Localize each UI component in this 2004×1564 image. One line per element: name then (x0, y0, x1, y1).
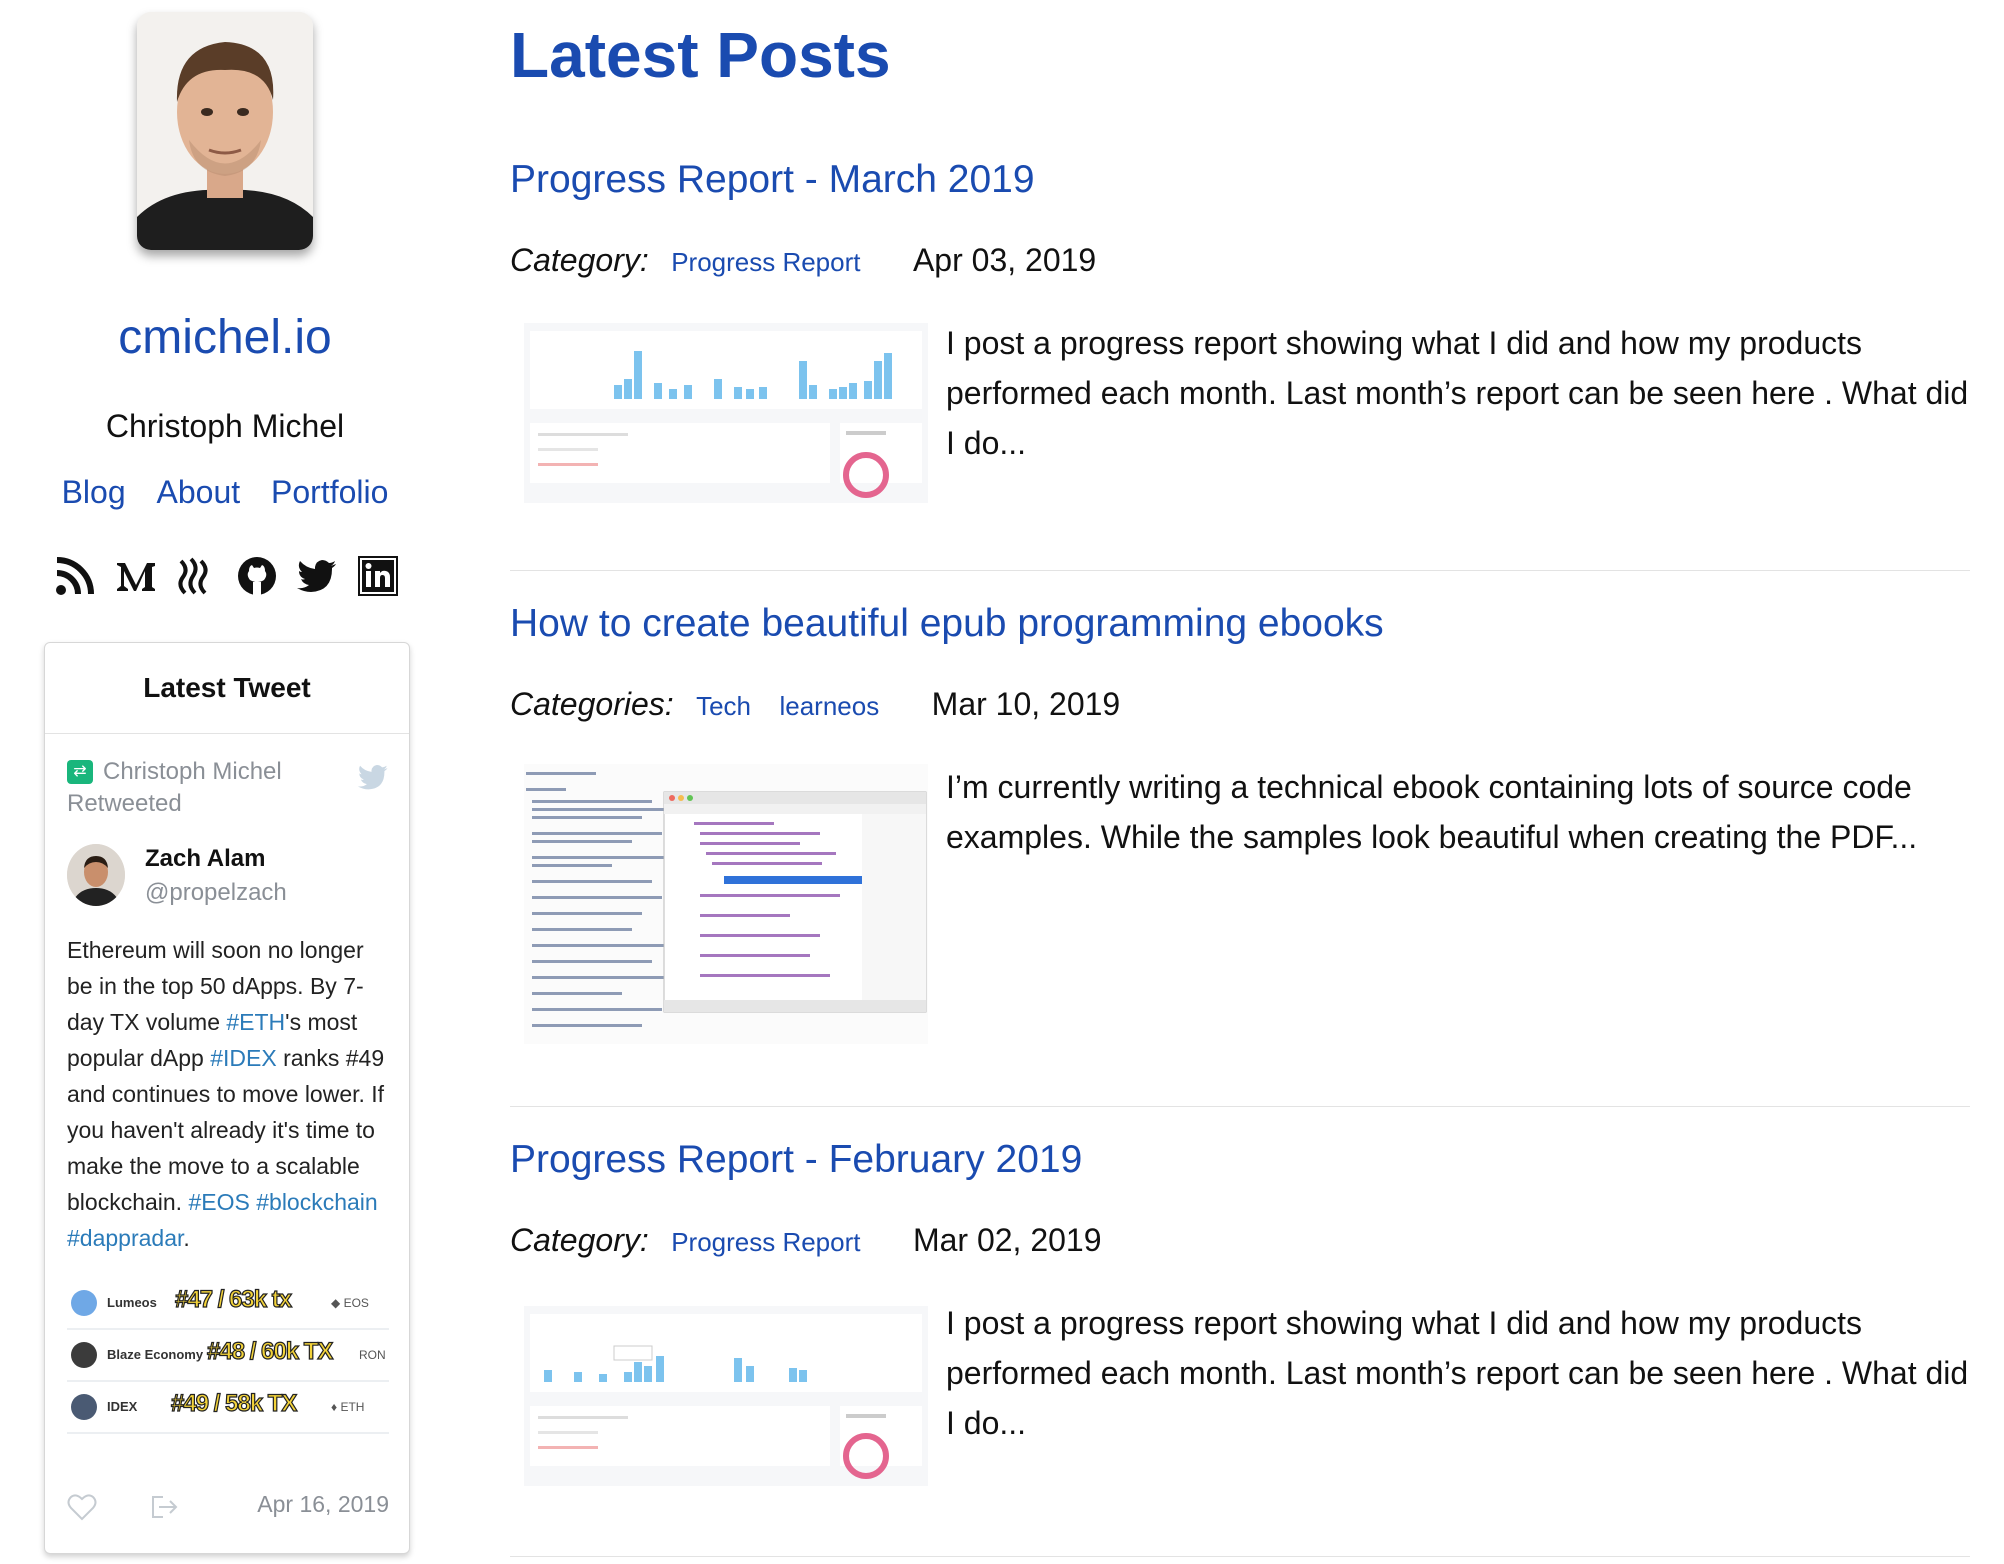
twitter-icon[interactable] (296, 555, 338, 597)
retweet-line: ⇄ Christoph Michel Retweeted (67, 756, 389, 820)
post-title-link[interactable]: How to create beautiful epub programming… (510, 602, 1384, 645)
post-meta: Category: Progress Report Apr 03, 2019 (510, 242, 1096, 282)
tweet-author[interactable]: Zach Alam @propelzach (67, 842, 389, 914)
social-links (54, 552, 399, 600)
post-excerpt: I post a progress report showing what I … (946, 325, 1969, 461)
rss-icon[interactable] (54, 555, 96, 597)
tweet-media-embed[interactable]: Lumeos #47 / 63k tx ◆ EOS Blaze Economy … (67, 1278, 389, 1434)
tweet-author-name[interactable]: Zach Alam (145, 842, 389, 876)
post-date: Apr 03, 2019 (912, 242, 1097, 278)
like-icon[interactable] (67, 1493, 97, 1521)
post-item: How to create beautiful epub programming… (510, 602, 1970, 1044)
post-item: Progress Report - March 2019 Category: P… (510, 158, 1970, 518)
site-title[interactable]: cmichel.io (0, 310, 450, 365)
category-label: Categories: (510, 686, 674, 722)
category-label: Category: (510, 1222, 649, 1258)
dapp-rank: #47 / 63k tx (174, 1285, 292, 1313)
sidebar: cmichel.io Christoph Michel Blog About P… (0, 0, 450, 1564)
dapp-rank: #49 / 58k TX (170, 1389, 298, 1417)
dapp-logo (71, 1394, 97, 1420)
post-divider (510, 1106, 1970, 1107)
tweet-author-handle[interactable]: @propelzach (145, 876, 389, 910)
category-link[interactable]: Tech (696, 691, 751, 721)
dapp-logo (71, 1290, 97, 1316)
dapp-chain: ◆ EOS (331, 1296, 369, 1310)
page-title: Latest Posts (510, 19, 891, 91)
github-icon[interactable] (236, 555, 278, 597)
hashtag-link[interactable]: #IDEX (210, 1045, 276, 1071)
embed-row: Lumeos #47 / 63k tx ◆ EOS (67, 1278, 389, 1330)
nav-portfolio[interactable]: Portfolio (271, 474, 388, 510)
dapp-chain: ♦ ETH (331, 1400, 365, 1414)
site-title-link[interactable]: cmichel.io (118, 311, 331, 364)
embed-row: Blaze Economy #48 / 60k TX RON (67, 1330, 389, 1382)
nav-about[interactable]: About (157, 474, 241, 510)
embed-row: IDEX #49 / 58k TX ♦ ETH (67, 1382, 389, 1434)
dapp-rank: #48 / 60k TX (206, 1337, 334, 1365)
post-item: Progress Report - February 2019 Category… (510, 1138, 1970, 1508)
post-meta: Categories: Tech learneos Mar 10, 2019 (510, 686, 1120, 726)
post-divider (510, 570, 1970, 571)
retweet-icon: ⇄ (67, 760, 93, 784)
tweet-actions: Apr 16, 2019 (67, 1487, 389, 1527)
avatar (137, 12, 313, 250)
post-excerpt: I’m currently writing a technical ebook … (946, 769, 1918, 855)
hashtag-link[interactable]: #EOS (188, 1189, 249, 1215)
dapp-name: IDEX (107, 1399, 138, 1414)
post-thumbnail[interactable] (524, 323, 928, 503)
post-thumbnail[interactable] (524, 764, 928, 1044)
share-icon[interactable] (149, 1493, 179, 1521)
dapp-logo (71, 1342, 97, 1368)
retweeted-by[interactable]: Christoph Michel (103, 758, 282, 785)
post-meta: Category: Progress Report Mar 02, 2019 (510, 1222, 1102, 1262)
dapp-name: Blaze Economy (107, 1347, 204, 1362)
post-title-link[interactable]: Progress Report - February 2019 (510, 1138, 1082, 1181)
post-thumbnail[interactable] (524, 1306, 928, 1486)
post-divider (510, 1556, 1970, 1557)
linkedin-icon[interactable] (357, 555, 399, 597)
tweet-date[interactable]: Apr 16, 2019 (257, 1491, 389, 1518)
tweet-text: Ethereum will soon no longer be in the t… (67, 932, 389, 1256)
post-title-link[interactable]: Progress Report - March 2019 (510, 158, 1035, 201)
dapp-name: Lumeos (107, 1295, 157, 1310)
medium-icon[interactable] (115, 555, 157, 597)
post-date: Mar 02, 2019 (912, 1222, 1102, 1258)
nav-blog[interactable]: Blog (62, 474, 126, 510)
tweet-author-avatar[interactable] (67, 844, 125, 906)
category-link[interactable]: Progress Report (671, 247, 860, 277)
hashtag-link[interactable]: #dappradar (67, 1225, 183, 1251)
retweeted-label: Retweeted (67, 790, 182, 817)
hashtag-link[interactable]: #ETH (226, 1009, 285, 1035)
latest-tweet-widget: Latest Tweet ⇄ Christoph Michel Retweete… (44, 642, 410, 1554)
author-name: Christoph Michel (105, 408, 345, 444)
sidebar-nav: Blog About Portfolio (0, 474, 450, 511)
dapp-chain: RON (359, 1348, 386, 1362)
tweet-body: ⇄ Christoph Michel Retweeted Zach Alam @… (45, 734, 409, 1434)
tweet-widget-title: Latest Tweet (45, 643, 409, 734)
hashtag-link[interactable]: #blockchain (256, 1189, 377, 1215)
steem-icon[interactable] (175, 555, 217, 597)
post-excerpt: I post a progress report showing what I … (946, 1305, 1969, 1441)
category-link[interactable]: Progress Report (671, 1227, 860, 1257)
category-link[interactable]: learneos (779, 691, 879, 721)
category-label: Category: (510, 242, 649, 278)
tweet-text-segment: . (183, 1225, 190, 1251)
post-date: Mar 10, 2019 (931, 686, 1121, 722)
